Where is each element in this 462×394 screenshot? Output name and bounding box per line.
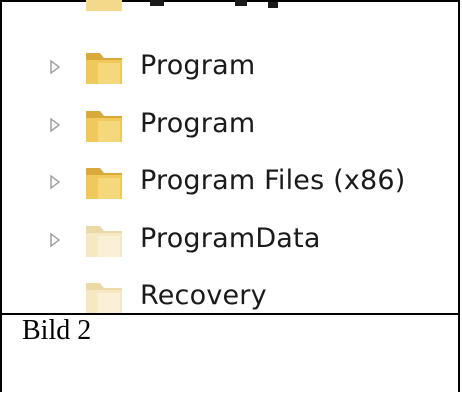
expand-arrow-icon[interactable]	[49, 117, 61, 133]
folder-icon	[86, 53, 122, 84]
tree-item-programdata[interactable]: ProgramData	[0, 213, 460, 269]
folder-icon	[86, 0, 122, 11]
tree-item-label: Program	[140, 50, 256, 81]
figure-caption: Bild 2	[22, 315, 92, 346]
tree-item-recovery[interactable]: Recovery	[0, 270, 460, 313]
folder-tree: Program Program Program Files (x86) Prog…	[0, 0, 460, 313]
expand-arrow-icon[interactable]	[49, 232, 61, 248]
expand-arrow-icon[interactable]	[49, 59, 61, 75]
folder-icon	[86, 283, 122, 313]
folder-icon	[86, 226, 122, 257]
tree-item-program-2[interactable]: Program	[0, 98, 460, 154]
tree-item-label: Program	[140, 108, 256, 139]
tree-item-label: Recovery	[140, 280, 267, 311]
partial-label-marks	[150, 0, 278, 8]
folder-icon	[86, 111, 122, 142]
folder-icon	[86, 168, 122, 199]
expand-arrow-icon[interactable]	[49, 174, 61, 190]
tree-item-program-1[interactable]: Program	[0, 40, 460, 96]
tree-item-label: Program Files (x86)	[140, 165, 406, 196]
tree-item-program-files-x86[interactable]: Program Files (x86)	[0, 155, 460, 211]
tree-item-label: ProgramData	[140, 223, 321, 254]
tree-item-partial[interactable]	[0, 0, 460, 22]
